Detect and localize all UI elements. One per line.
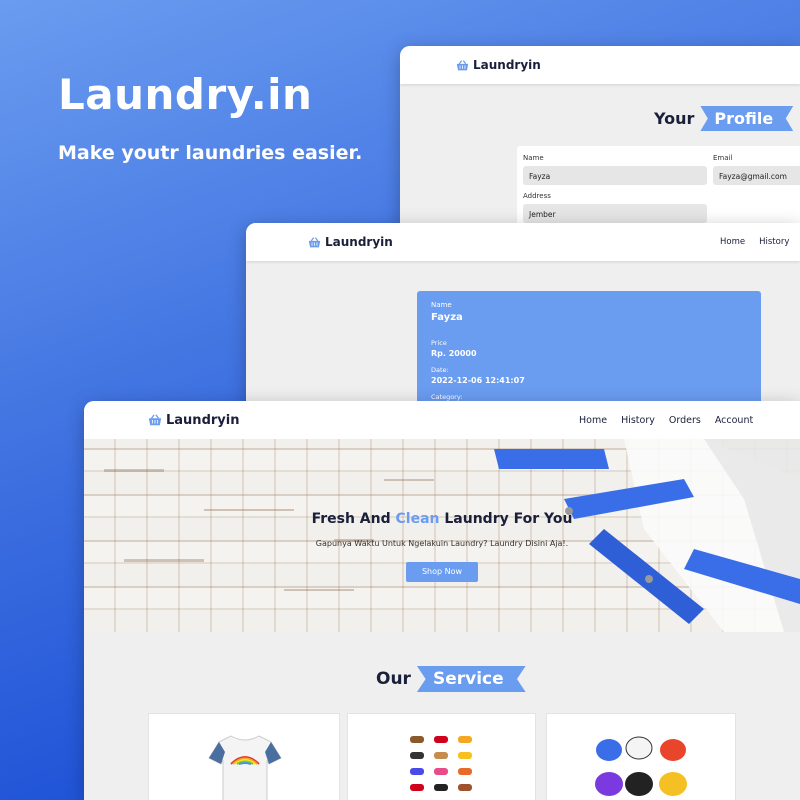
history-menu: Home History O (720, 237, 800, 247)
profile-window: Laundryin Your Profile Name Fayza Email … (400, 46, 800, 236)
helmets-image (595, 736, 687, 796)
promo-title: Laundry.in (58, 70, 313, 119)
nav-home[interactable]: Home (579, 415, 607, 426)
shoes-image (410, 736, 472, 791)
name-field[interactable]: Fayza (523, 166, 707, 185)
brand-name: Laundryin (325, 235, 393, 249)
brand-name: Laundryin (166, 412, 240, 428)
address-label: Address (523, 192, 551, 200)
home-window: Laundryin Home History Orders Account Fr… (84, 401, 800, 800)
name-label: Name (523, 154, 544, 162)
brand-name: Laundryin (473, 58, 541, 72)
home-navbar: Laundryin Home History Orders Account (84, 401, 800, 439)
basket-icon (308, 236, 321, 247)
card-category-label: Category: (431, 393, 463, 401)
card-name-value: Fayza (431, 312, 463, 323)
service-card-shoes[interactable] (347, 713, 536, 800)
hero-subtitle: Gapunya Waktu Untuk Ngelakuin Laundry? L… (315, 539, 569, 548)
profile-heading-plain: Your (654, 109, 695, 128)
address-field[interactable]: Jember (523, 204, 707, 223)
service-card-tshirt[interactable] (148, 713, 340, 800)
hero-title-highlight: Clean (395, 511, 440, 527)
nav-account[interactable]: Account (715, 415, 753, 426)
service-heading: Our Service (376, 666, 526, 692)
history-window: Laundryin Home History O Name Fayza Pric… (246, 223, 800, 413)
nav-orders[interactable]: Orders (669, 415, 701, 426)
card-date-label: Date: (431, 366, 449, 374)
card-price-value: Rp. 20000 (431, 349, 477, 358)
service-heading-ribbon: Service (416, 666, 526, 692)
basket-icon (148, 414, 162, 426)
email-label: Email (713, 154, 733, 162)
clothespin-image (104, 439, 800, 632)
service-heading-plain: Our (376, 669, 411, 689)
promo-subtitle: Make youtr laundries easier. (58, 142, 363, 164)
hero-title: Fresh And Clean Laundry For You (311, 511, 573, 527)
brand-logo[interactable]: Laundryin (456, 58, 541, 72)
profile-heading: Your Profile (654, 106, 794, 131)
nav-history[interactable]: History (621, 415, 655, 426)
service-card-helmets[interactable] (546, 713, 736, 800)
history-card: Name Fayza Price Rp. 20000 Date: 2022-12… (417, 291, 761, 413)
profile-navbar: Laundryin (400, 46, 800, 84)
brand-logo[interactable]: Laundryin (148, 413, 239, 428)
shop-now-button[interactable]: Shop Now (406, 562, 478, 582)
nav-home[interactable]: Home (720, 237, 745, 247)
tshirt-image (208, 735, 282, 800)
card-name-label: Name (431, 301, 452, 309)
basket-icon (456, 59, 469, 70)
card-date-value: 2022-12-06 12:41:07 (431, 376, 525, 385)
nav-history[interactable]: History (759, 237, 789, 247)
brand-logo[interactable]: Laundryin (308, 235, 393, 249)
card-price-label: Price (431, 339, 447, 347)
history-navbar: Laundryin Home History O (246, 223, 800, 261)
home-menu: Home History Orders Account (579, 415, 753, 426)
email-field[interactable]: Fayza@gmail.com (713, 166, 800, 185)
hero-banner: Fresh And Clean Laundry For You Gapunya … (84, 439, 800, 632)
profile-heading-ribbon: Profile (700, 106, 794, 131)
